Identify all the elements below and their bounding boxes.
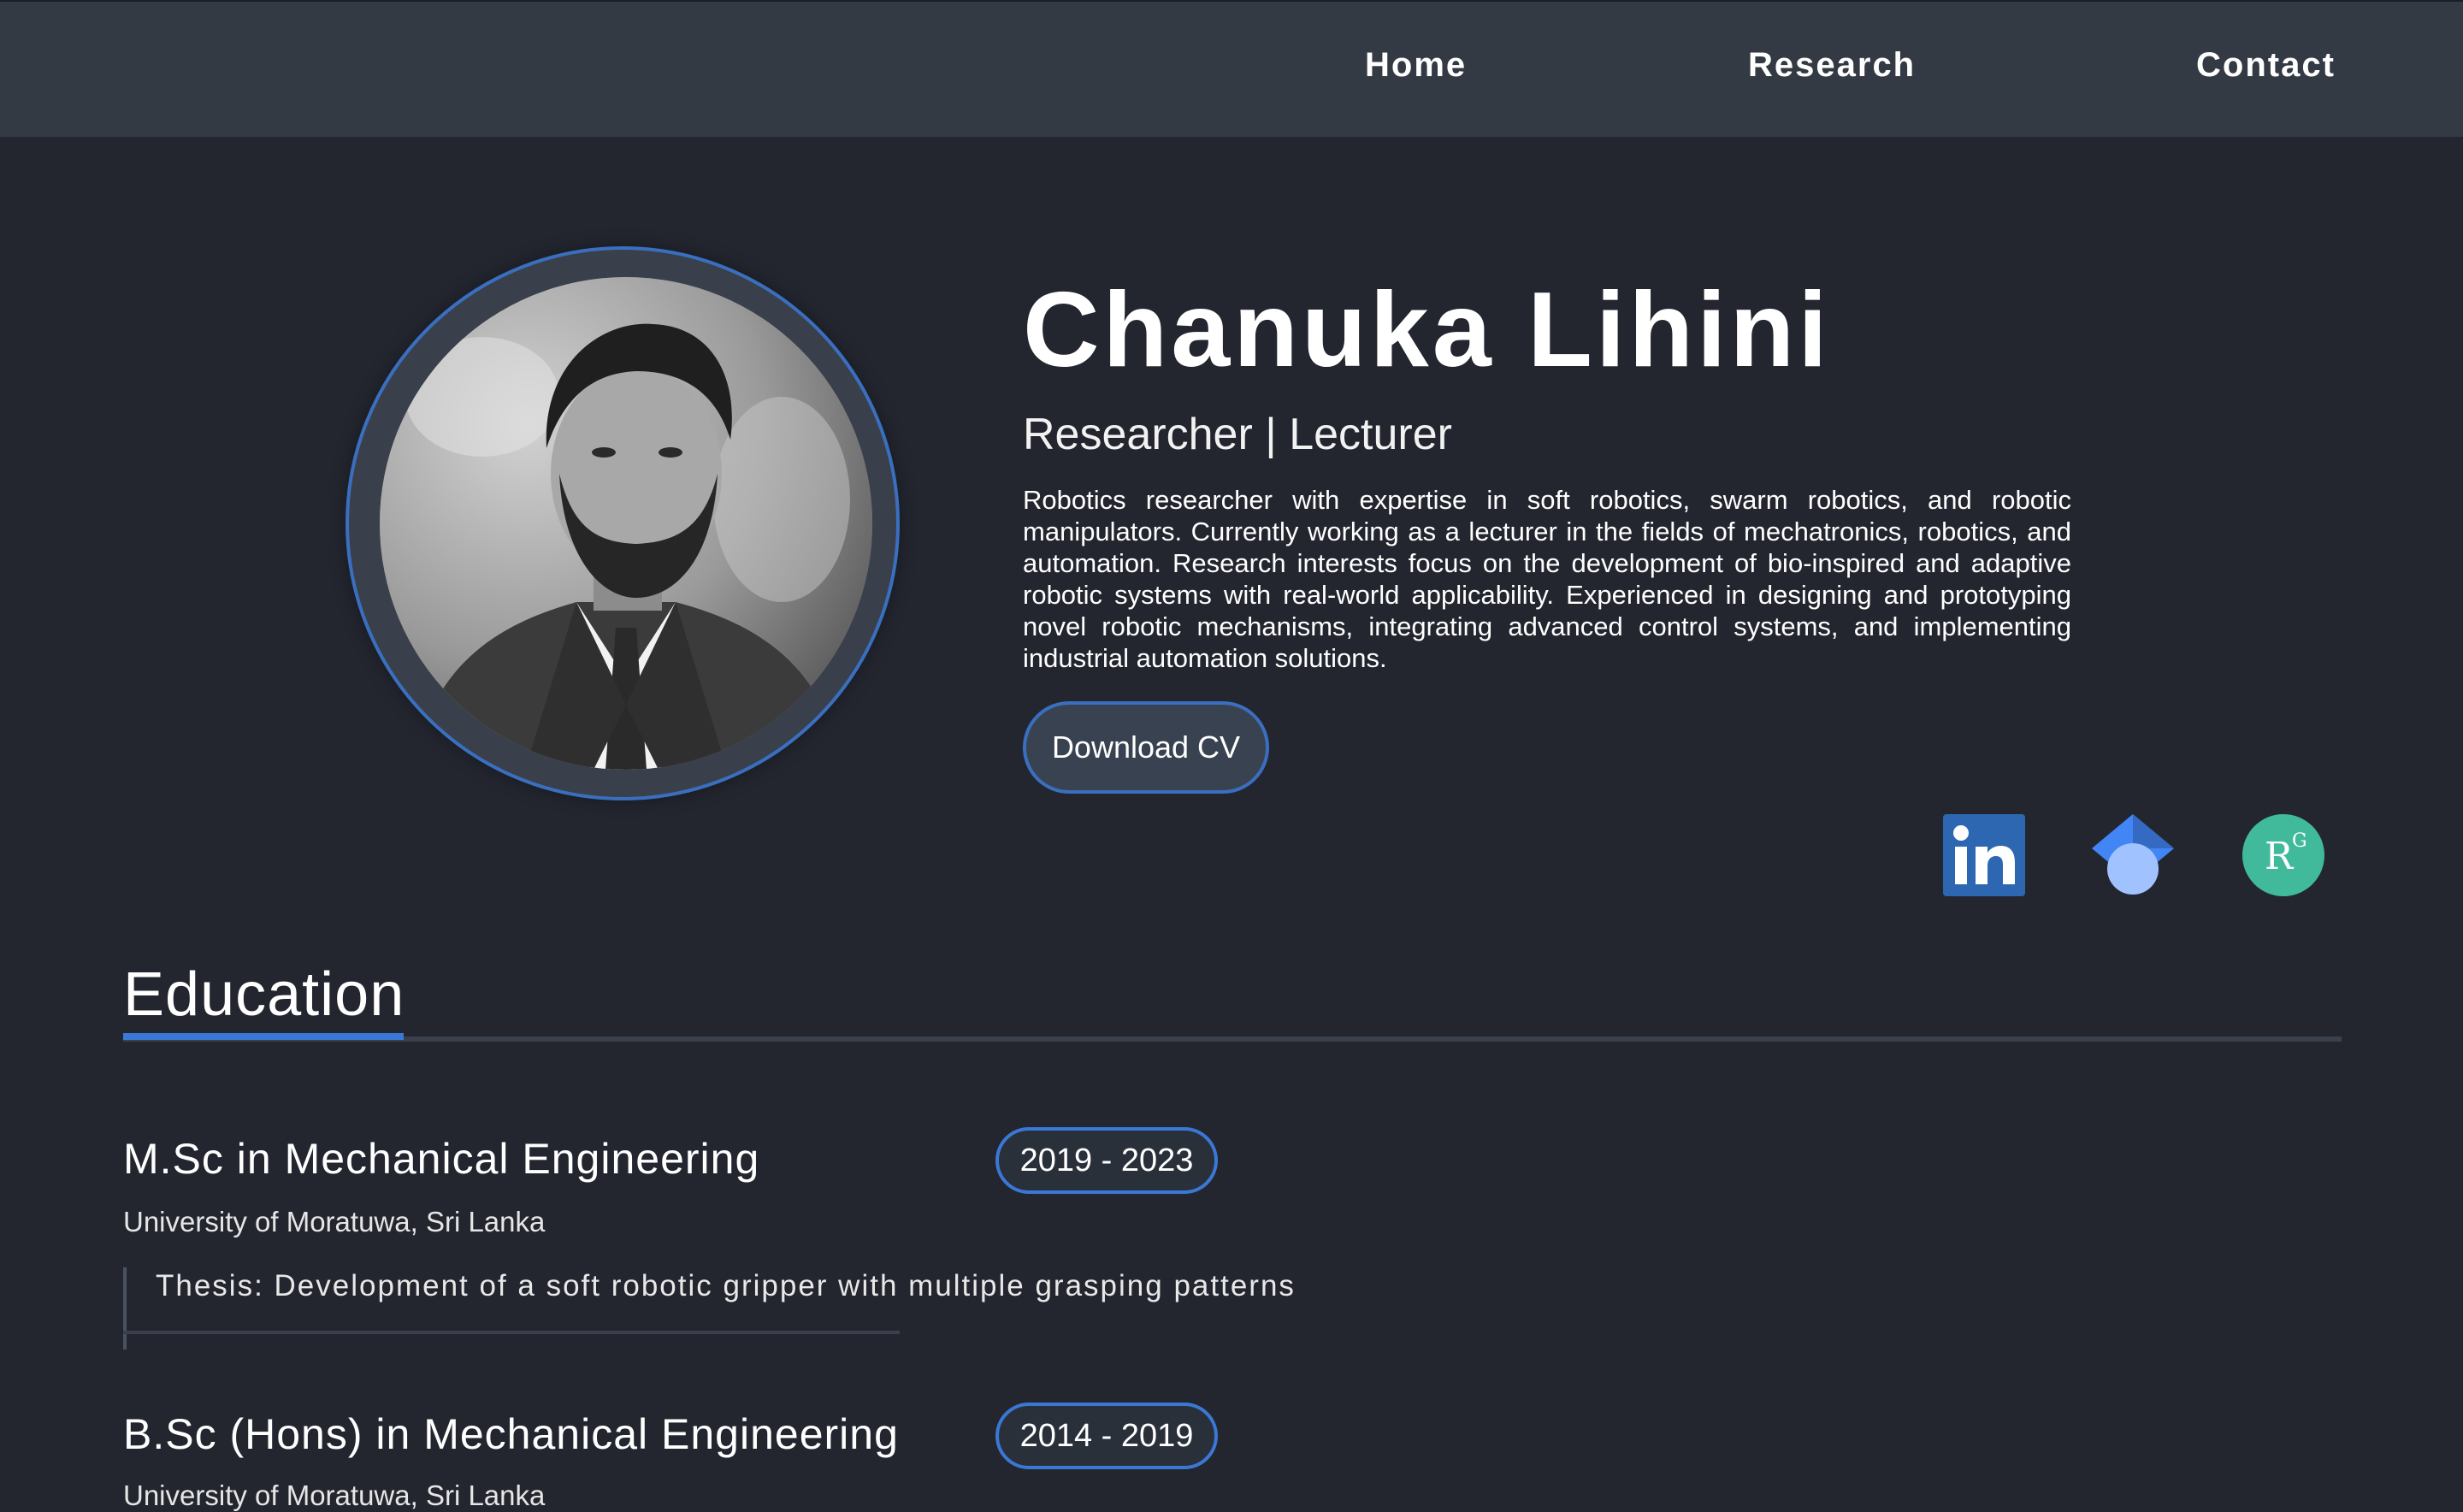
- education-university: University of Moratuwa, Sri Lanka: [123, 1206, 546, 1237]
- education-section-title: Education: [123, 960, 405, 1029]
- top-navbar: Home Research Contact: [0, 0, 2463, 137]
- education-thesis: Thesis: Development of a soft robotic gr…: [156, 1269, 1296, 1302]
- svg-text:R: R: [2265, 835, 2295, 878]
- section-divider: [123, 1037, 2342, 1042]
- linkedin-icon[interactable]: [1943, 814, 2025, 896]
- nav-contact-link[interactable]: Contact: [2196, 46, 2336, 85]
- education-degree: M.Sc in Mechanical Engineering: [123, 1135, 760, 1183]
- profile-role: Researcher | Lecturer: [1023, 410, 1452, 459]
- profile-bio: Robotics researcher with expertise in so…: [1023, 485, 2071, 673]
- profile-photo-frame: [346, 246, 900, 800]
- education-years-badge: 2019 - 2023: [995, 1127, 1218, 1194]
- thesis-accent-bar: [123, 1267, 127, 1350]
- education-degree: B.Sc (Hons) in Mechanical Engineering: [123, 1410, 899, 1458]
- education-years-badge: 2014 - 2019: [995, 1403, 1218, 1469]
- profile-photo: [380, 277, 872, 770]
- section-divider-accent: [123, 1033, 404, 1040]
- nav-research-link[interactable]: Research: [1748, 46, 1916, 85]
- researchgate-icon[interactable]: R G: [2242, 814, 2324, 896]
- thesis-divider: [123, 1331, 900, 1334]
- download-cv-button[interactable]: Download CV: [1023, 701, 1269, 794]
- google-scholar-icon[interactable]: [2092, 814, 2174, 896]
- profile-name: Chanuka Lihini: [1023, 271, 1831, 389]
- svg-text:G: G: [2292, 830, 2307, 852]
- education-university: University of Moratuwa, Sri Lanka: [123, 1480, 546, 1511]
- nav-home-link[interactable]: Home: [1365, 46, 1467, 85]
